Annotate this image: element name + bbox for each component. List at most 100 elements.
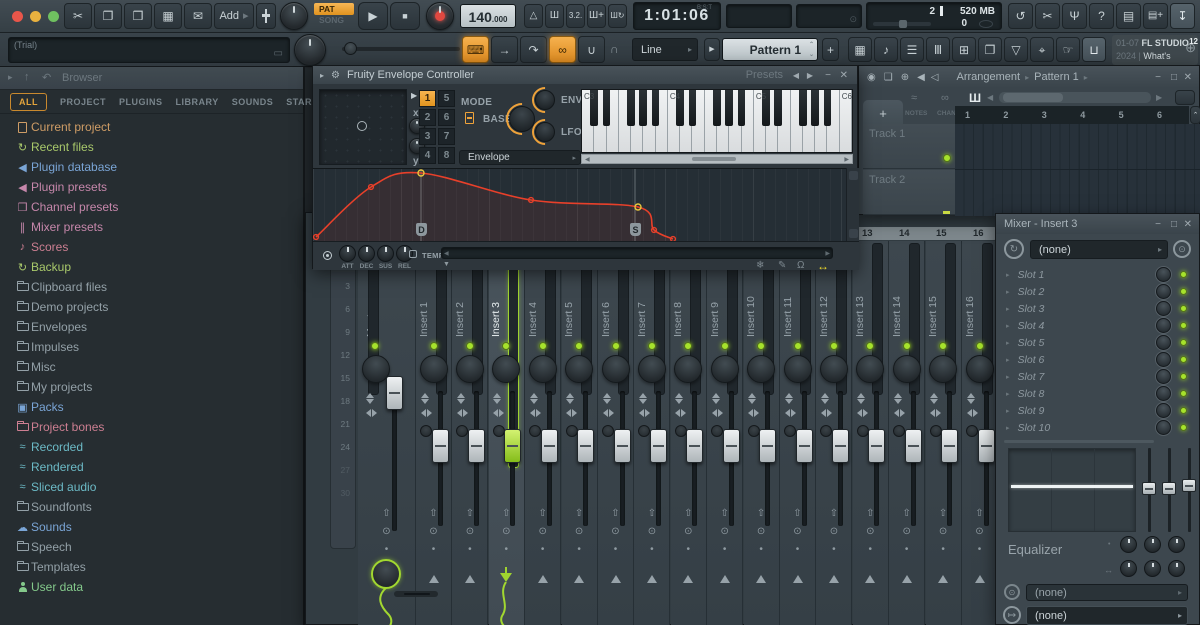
- channel-record-dot[interactable]: •: [723, 545, 727, 555]
- playlist-close-icon[interactable]: ✕: [1184, 72, 1192, 83]
- slot-mix-knob[interactable]: [1156, 420, 1171, 435]
- channel-led[interactable]: [721, 342, 729, 350]
- channel-stereo-icon[interactable]: ⇧: [757, 509, 765, 519]
- channel-leftright-arrows[interactable]: [566, 409, 577, 417]
- track-mute-led[interactable]: [943, 154, 951, 162]
- channel-mute-button[interactable]: [420, 425, 432, 437]
- channel-clock-icon[interactable]: ⊙: [648, 527, 656, 537]
- channel-leftright-arrows[interactable]: [785, 409, 796, 417]
- browser-item[interactable]: ≈Sliced audio: [0, 477, 303, 497]
- piano-black-key[interactable]: [689, 90, 697, 126]
- eq-knob-1[interactable]: [1120, 536, 1137, 553]
- mixer-channel-insert-15[interactable]: Insert 15⇧⊙•: [926, 241, 962, 625]
- channel-pan-knob[interactable]: [420, 355, 448, 383]
- add-menu-button[interactable]: Add▸: [214, 3, 254, 29]
- envelope-minimize-icon[interactable]: −: [825, 70, 831, 81]
- channel-fader[interactable]: [941, 429, 958, 463]
- piano-black-key[interactable]: [713, 90, 721, 126]
- channel-stereo-icon[interactable]: ⇧: [866, 509, 874, 519]
- mixer-button[interactable]: Ⅲ: [926, 37, 950, 62]
- channel-route-arrow[interactable]: [793, 575, 803, 583]
- channel-stereo-icon[interactable]: ⇧: [502, 509, 510, 519]
- slot-arrow-icon[interactable]: ▸: [1006, 305, 1010, 313]
- channel-updown-arrows[interactable]: [421, 393, 429, 404]
- mixer-channel-insert-9[interactable]: Insert 9⇧⊙•: [707, 241, 743, 625]
- sus-knob[interactable]: [377, 245, 394, 262]
- channel-pan-knob[interactable]: [602, 355, 630, 383]
- piano-scroll-right[interactable]: ▶: [844, 156, 849, 163]
- channel-mute-button[interactable]: [602, 425, 614, 437]
- envelope-marker-s[interactable]: S: [630, 223, 641, 236]
- pat-song-toggle[interactable]: PAT SONG: [314, 3, 354, 30]
- slot-mix-knob[interactable]: [1156, 386, 1171, 401]
- mixer-channel-master[interactable]: Master⇧⊙•: [358, 241, 416, 625]
- record-audio-button[interactable]: Ψ: [1062, 3, 1087, 29]
- piano-black-key[interactable]: [799, 90, 807, 126]
- channel-mute-button[interactable]: [711, 425, 723, 437]
- channel-route-arrow-active[interactable]: [500, 573, 512, 582]
- mixer-channel-insert-14[interactable]: Insert 14⇧⊙•: [889, 241, 925, 625]
- channel-rack-button[interactable]: ☰: [900, 37, 924, 62]
- fx-slot-1[interactable]: ▸Slot 1: [996, 266, 1199, 283]
- editor-scroll-down[interactable]: [849, 229, 858, 238]
- editor-h-scrollbar[interactable]: ◀ ▶: [441, 247, 833, 259]
- mini-fader-button[interactable]: [256, 3, 276, 29]
- freeze-icon[interactable]: ❄: [756, 260, 764, 271]
- channel-record-dot[interactable]: •: [385, 545, 389, 555]
- browser-item[interactable]: Soundfonts: [0, 497, 303, 517]
- picker-chan-icon[interactable]: ∞: [941, 92, 949, 104]
- slot-arrow-icon[interactable]: ▸: [1006, 356, 1010, 364]
- note-slide-button[interactable]: ↷: [520, 36, 547, 63]
- eq-knob-5[interactable]: [1144, 560, 1161, 577]
- channel-record-dot[interactable]: •: [577, 545, 581, 555]
- channel-pan-knob[interactable]: [893, 355, 921, 383]
- eq-band2-fader[interactable]: [1162, 482, 1176, 495]
- channel-mute-button[interactable]: [820, 425, 832, 437]
- channel-stereo-icon[interactable]: ⇧: [611, 509, 619, 519]
- browser-item[interactable]: ♪Scores: [0, 237, 303, 257]
- tempo-display[interactable]: 140.000: [460, 4, 516, 28]
- articulator-slot-7[interactable]: 7: [438, 128, 455, 145]
- browser-item[interactable]: User data: [0, 577, 303, 597]
- pattern-prev-button[interactable]: ▶: [704, 38, 720, 61]
- channel-updown-arrows[interactable]: [930, 393, 938, 404]
- playlist-breadcrumb-a[interactable]: Arrangement: [957, 71, 1021, 83]
- channel-mute-button[interactable]: [529, 425, 541, 437]
- mixer-channel-insert-3[interactable]: Insert 3⇧⊙•: [489, 241, 525, 625]
- channel-leftright-arrows[interactable]: [712, 409, 723, 417]
- channel-record-dot[interactable]: •: [905, 545, 909, 555]
- browser-item[interactable]: ↻Recent files: [0, 137, 303, 157]
- channel-updown-arrows[interactable]: [457, 393, 465, 404]
- channel-updown-arrows[interactable]: [821, 393, 829, 404]
- browser-tab-sounds[interactable]: SOUNDS: [232, 97, 274, 107]
- channel-stereo-icon[interactable]: ⇧: [939, 509, 947, 519]
- channel-stereo-icon[interactable]: ⇧: [538, 509, 546, 519]
- channel-led[interactable]: [794, 342, 802, 350]
- picker-label-chan[interactable]: CHAN: [937, 110, 956, 117]
- export-button[interactable]: ↧: [1170, 3, 1195, 29]
- main-volume-knob[interactable]: [280, 2, 308, 30]
- lfo-knob[interactable]: [535, 122, 555, 142]
- channel-stereo-icon[interactable]: ⇧: [684, 509, 692, 519]
- fx-slot-8[interactable]: ▸Slot 8: [996, 385, 1199, 402]
- channel-pan-knob[interactable]: [820, 355, 848, 383]
- fx-maximize-icon[interactable]: □: [1171, 219, 1177, 230]
- save-button[interactable]: ▤: [1116, 3, 1141, 29]
- piano-scroll-thumb[interactable]: [692, 157, 736, 161]
- channel-clock-icon[interactable]: ⊙: [757, 527, 765, 537]
- mixer-channel-insert-6[interactable]: Insert 6⇧⊙•: [598, 241, 634, 625]
- new-pattern-button[interactable]: ▦: [154, 3, 182, 29]
- piano-scrollbar[interactable]: ◀ ▶: [581, 154, 853, 164]
- articulator-slot-2[interactable]: 2: [419, 109, 436, 126]
- master-route-knob[interactable]: [371, 559, 401, 589]
- channel-leftright-arrows[interactable]: [366, 409, 377, 417]
- channel-record-dot[interactable]: •: [687, 545, 691, 555]
- slot-enable-led[interactable]: [1180, 271, 1187, 278]
- channel-mute-button[interactable]: [893, 425, 905, 437]
- playlist-frame-icon[interactable]: ❏: [884, 72, 893, 83]
- cpu-meter-track[interactable]: [873, 22, 931, 26]
- browser-item[interactable]: Templates: [0, 557, 303, 577]
- channel-updown-arrows[interactable]: [785, 393, 793, 404]
- channel-fader[interactable]: [759, 429, 776, 463]
- channel-updown-arrows[interactable]: [967, 393, 975, 404]
